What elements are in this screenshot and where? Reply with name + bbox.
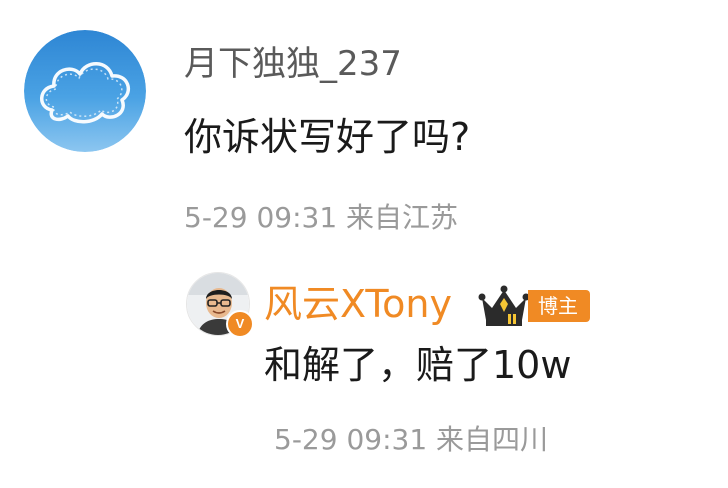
crown-icon	[478, 284, 530, 328]
reply-text: 和解了，赔了10w	[264, 343, 572, 387]
comment-meta: 5-29 09:31 来自江苏	[184, 201, 459, 234]
comment-text: 你诉状写好了吗?	[184, 115, 471, 159]
reply-meta: 5-29 09:31 来自四川	[274, 423, 549, 456]
blogger-badge: 博主	[528, 290, 590, 322]
comment-thread: 月下独独_237 你诉状写好了吗? 5-29 09:31 来自江苏 V 风云XT…	[0, 0, 728, 488]
reply-avatar[interactable]: V	[186, 272, 254, 338]
comment-username[interactable]: 月下独独_237	[184, 42, 402, 86]
cloud-avatar-icon[interactable]	[24, 30, 146, 152]
reply-username[interactable]: 风云XTony	[264, 280, 452, 328]
verified-badge-icon: V	[226, 310, 254, 338]
